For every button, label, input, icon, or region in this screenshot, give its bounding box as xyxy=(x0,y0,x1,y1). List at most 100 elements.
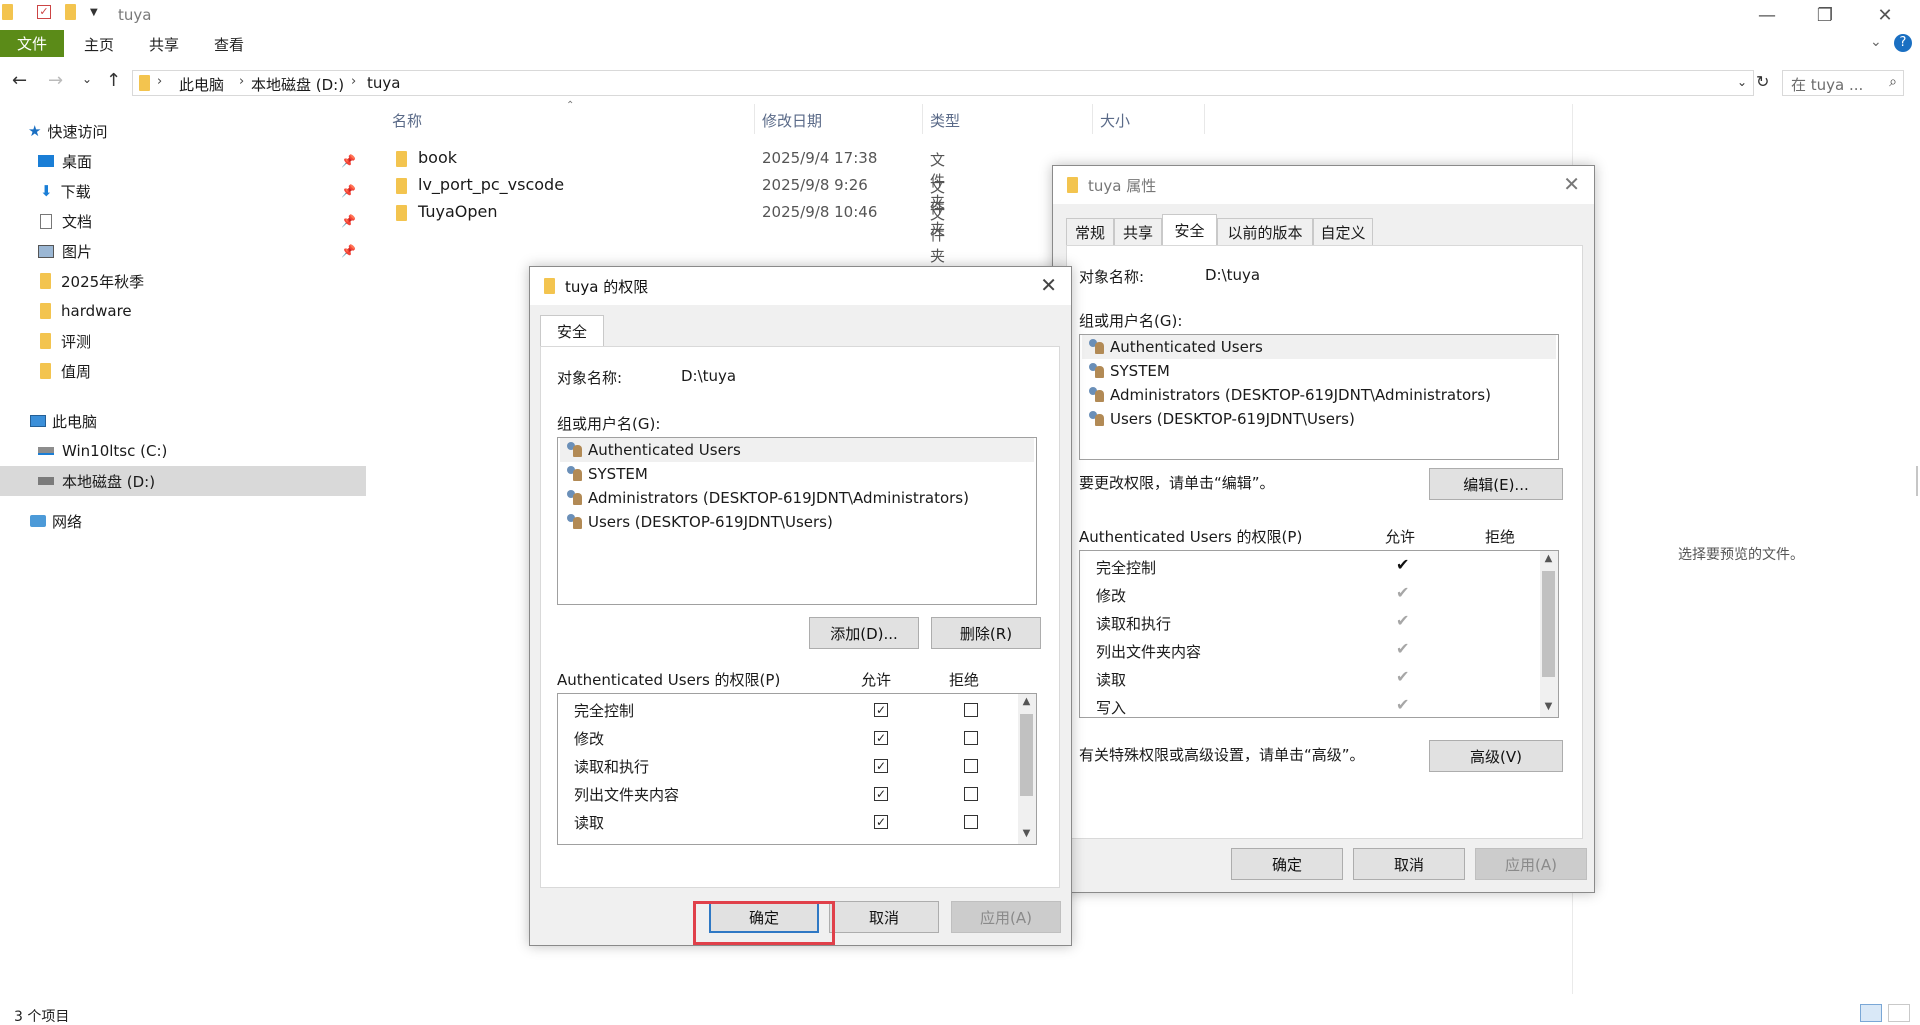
column-separator[interactable] xyxy=(922,104,923,134)
column-type[interactable]: 类型 xyxy=(930,110,960,131)
nav-item-drive-d[interactable]: 本地磁盘 (D:) xyxy=(0,466,366,496)
new-folder-icon[interactable] xyxy=(65,4,76,20)
permissions-scrollbar[interactable]: ▲ ▼ xyxy=(1018,694,1036,844)
scroll-thumb[interactable] xyxy=(1542,571,1555,677)
apply-button[interactable]: 应用(A) xyxy=(951,901,1061,933)
nav-item-pictures[interactable]: 图片 📌 xyxy=(0,236,366,266)
ok-button[interactable]: 确定 xyxy=(1231,848,1343,880)
permissions-list[interactable]: 完全控制 ✔ 修改 ✔ 读取和执行 ✔ 列出文件夹内容 ✔ 读取 ✔ 写入 ✔ … xyxy=(1079,550,1559,718)
deny-checkbox[interactable] xyxy=(964,731,978,745)
chevron-down-icon[interactable]: ⌄ xyxy=(1737,75,1747,89)
tab-sharing[interactable]: 共享 xyxy=(1114,218,1162,245)
nav-item-review[interactable]: 评测 xyxy=(0,326,366,356)
cancel-button[interactable]: 取消 xyxy=(1353,848,1465,880)
user-group-icon xyxy=(566,466,584,482)
column-separator[interactable] xyxy=(754,104,755,134)
tab-file[interactable]: 文件 xyxy=(0,30,64,57)
column-separator[interactable] xyxy=(1204,104,1205,134)
scroll-up-icon[interactable]: ▲ xyxy=(1540,553,1557,564)
list-item[interactable]: Administrators (DESKTOP-619JDNT\Administ… xyxy=(560,486,969,510)
allow-checkbox[interactable]: ✓ xyxy=(874,815,888,829)
tab-previous-versions[interactable]: 以前的版本 xyxy=(1217,218,1313,245)
close-button[interactable]: ✕ xyxy=(1862,0,1908,30)
nav-item-desktop[interactable]: 桌面 📌 xyxy=(0,146,366,176)
help-icon[interactable]: ? xyxy=(1894,34,1912,52)
nav-quick-access[interactable]: ★ 快速访问 xyxy=(0,116,366,146)
nav-this-pc[interactable]: 此电脑 xyxy=(0,406,366,436)
cancel-button[interactable]: 取消 xyxy=(829,901,939,933)
list-item[interactable]: Authenticated Users xyxy=(560,438,1034,462)
nav-item-duty-week[interactable]: 值周 xyxy=(0,356,366,386)
refresh-icon[interactable]: ↻ xyxy=(1756,72,1769,91)
allow-checkbox[interactable]: ✓ xyxy=(874,703,888,717)
column-name[interactable]: 名称 xyxy=(392,110,422,131)
scroll-down-icon[interactable]: ▼ xyxy=(1018,828,1035,839)
tab-customize[interactable]: 自定义 xyxy=(1313,218,1373,245)
nav-item-drive-c[interactable]: Win10ltsc (C:) xyxy=(0,436,366,466)
search-input[interactable]: 在 tuya ... ⌕ xyxy=(1782,70,1904,96)
scroll-up-icon[interactable]: ▲ xyxy=(1018,696,1035,707)
list-item[interactable]: Users (DESKTOP-619JDNT\Users) xyxy=(1082,407,1355,431)
column-size[interactable]: 大小 xyxy=(1100,110,1130,131)
breadcrumb-this-pc[interactable]: 此电脑 xyxy=(179,74,224,95)
scrollbar-indicator[interactable] xyxy=(1916,466,1918,496)
list-item[interactable]: Authenticated Users xyxy=(1082,335,1556,359)
nav-item-documents[interactable]: 文档 📌 xyxy=(0,206,366,236)
minimize-button[interactable]: — xyxy=(1744,0,1790,30)
folder-icon[interactable] xyxy=(2,4,13,20)
deny-checkbox[interactable] xyxy=(964,759,978,773)
tab-view[interactable]: 查看 xyxy=(214,34,244,55)
tab-home[interactable]: 主页 xyxy=(84,34,114,55)
close-icon[interactable]: ✕ xyxy=(1563,172,1580,196)
allow-header: 允许 xyxy=(861,671,892,689)
customize-toolbar-icon[interactable]: ▼ xyxy=(90,7,98,18)
back-arrow-icon[interactable]: ← xyxy=(12,70,27,91)
apply-button[interactable]: 应用(A) xyxy=(1475,848,1587,880)
allow-checkbox[interactable]: ✓ xyxy=(874,787,888,801)
details-view-icon[interactable] xyxy=(1860,1004,1882,1022)
tab-share[interactable]: 共享 xyxy=(149,34,179,55)
nav-item-2025-autumn[interactable]: 2025年秋季 xyxy=(0,266,366,296)
deny-checkbox[interactable] xyxy=(964,815,978,829)
recent-locations-icon[interactable]: ⌄ xyxy=(82,72,92,86)
scroll-thumb[interactable] xyxy=(1020,714,1033,796)
expand-ribbon-icon[interactable]: ⌄ xyxy=(1870,34,1882,50)
tab-security[interactable]: 安全 xyxy=(1162,214,1217,246)
nav-item-hardware[interactable]: hardware xyxy=(0,296,366,326)
breadcrumb-tuya[interactable]: tuya xyxy=(367,74,400,92)
properties-icon[interactable]: ✓ xyxy=(37,5,51,19)
column-separator[interactable] xyxy=(1092,104,1093,134)
chevron-right-icon: › xyxy=(351,74,357,89)
user-name: Administrators (DESKTOP-619JDNT\Administ… xyxy=(588,489,969,507)
nav-item-downloads[interactable]: ⬇ 下载 📌 xyxy=(0,176,366,206)
permissions-scrollbar[interactable]: ▲ ▼ xyxy=(1540,551,1558,717)
maximize-button[interactable]: ❐ xyxy=(1802,0,1848,30)
add-button[interactable]: 添加(D)... xyxy=(809,617,919,649)
deny-checkbox[interactable] xyxy=(964,787,978,801)
tab-security[interactable]: 安全 xyxy=(540,315,604,347)
close-icon[interactable]: ✕ xyxy=(1040,273,1057,297)
edit-button[interactable]: 编辑(E)... xyxy=(1429,468,1563,500)
tab-general[interactable]: 常规 xyxy=(1066,218,1114,245)
scroll-down-icon[interactable]: ▼ xyxy=(1540,701,1557,712)
list-item[interactable]: SYSTEM xyxy=(1082,359,1170,383)
remove-button[interactable]: 删除(R) xyxy=(931,617,1041,649)
up-arrow-icon[interactable]: ↑ xyxy=(106,70,121,91)
users-listbox[interactable]: Authenticated Users SYSTEM Administrator… xyxy=(1079,334,1559,460)
allow-checkbox[interactable]: ✓ xyxy=(874,731,888,745)
nav-network[interactable]: 网络 xyxy=(0,506,366,536)
user-name: SYSTEM xyxy=(1110,362,1170,380)
breadcrumb-drive-d[interactable]: 本地磁盘 (D:) xyxy=(251,74,344,95)
permissions-list[interactable]: 完全控制 ✓ 修改 ✓ 读取和执行 ✓ 列出文件夹内容 ✓ 读取 ✓ ▲ ▼ xyxy=(557,693,1037,845)
forward-arrow-icon[interactable]: → xyxy=(48,70,63,91)
users-listbox[interactable]: Authenticated Users SYSTEM Administrator… xyxy=(557,437,1037,605)
list-item[interactable]: Administrators (DESKTOP-619JDNT\Administ… xyxy=(1082,383,1491,407)
list-item[interactable]: SYSTEM xyxy=(560,462,648,486)
large-icons-view-icon[interactable] xyxy=(1888,1004,1910,1022)
deny-checkbox[interactable] xyxy=(964,703,978,717)
column-date[interactable]: 修改日期 xyxy=(762,110,822,131)
advanced-button[interactable]: 高级(V) xyxy=(1429,740,1563,772)
list-item[interactable]: Users (DESKTOP-619JDNT\Users) xyxy=(560,510,833,534)
address-bar[interactable]: › 此电脑 › 本地磁盘 (D:) › tuya ⌄ xyxy=(132,70,1754,96)
allow-checkbox[interactable]: ✓ xyxy=(874,759,888,773)
